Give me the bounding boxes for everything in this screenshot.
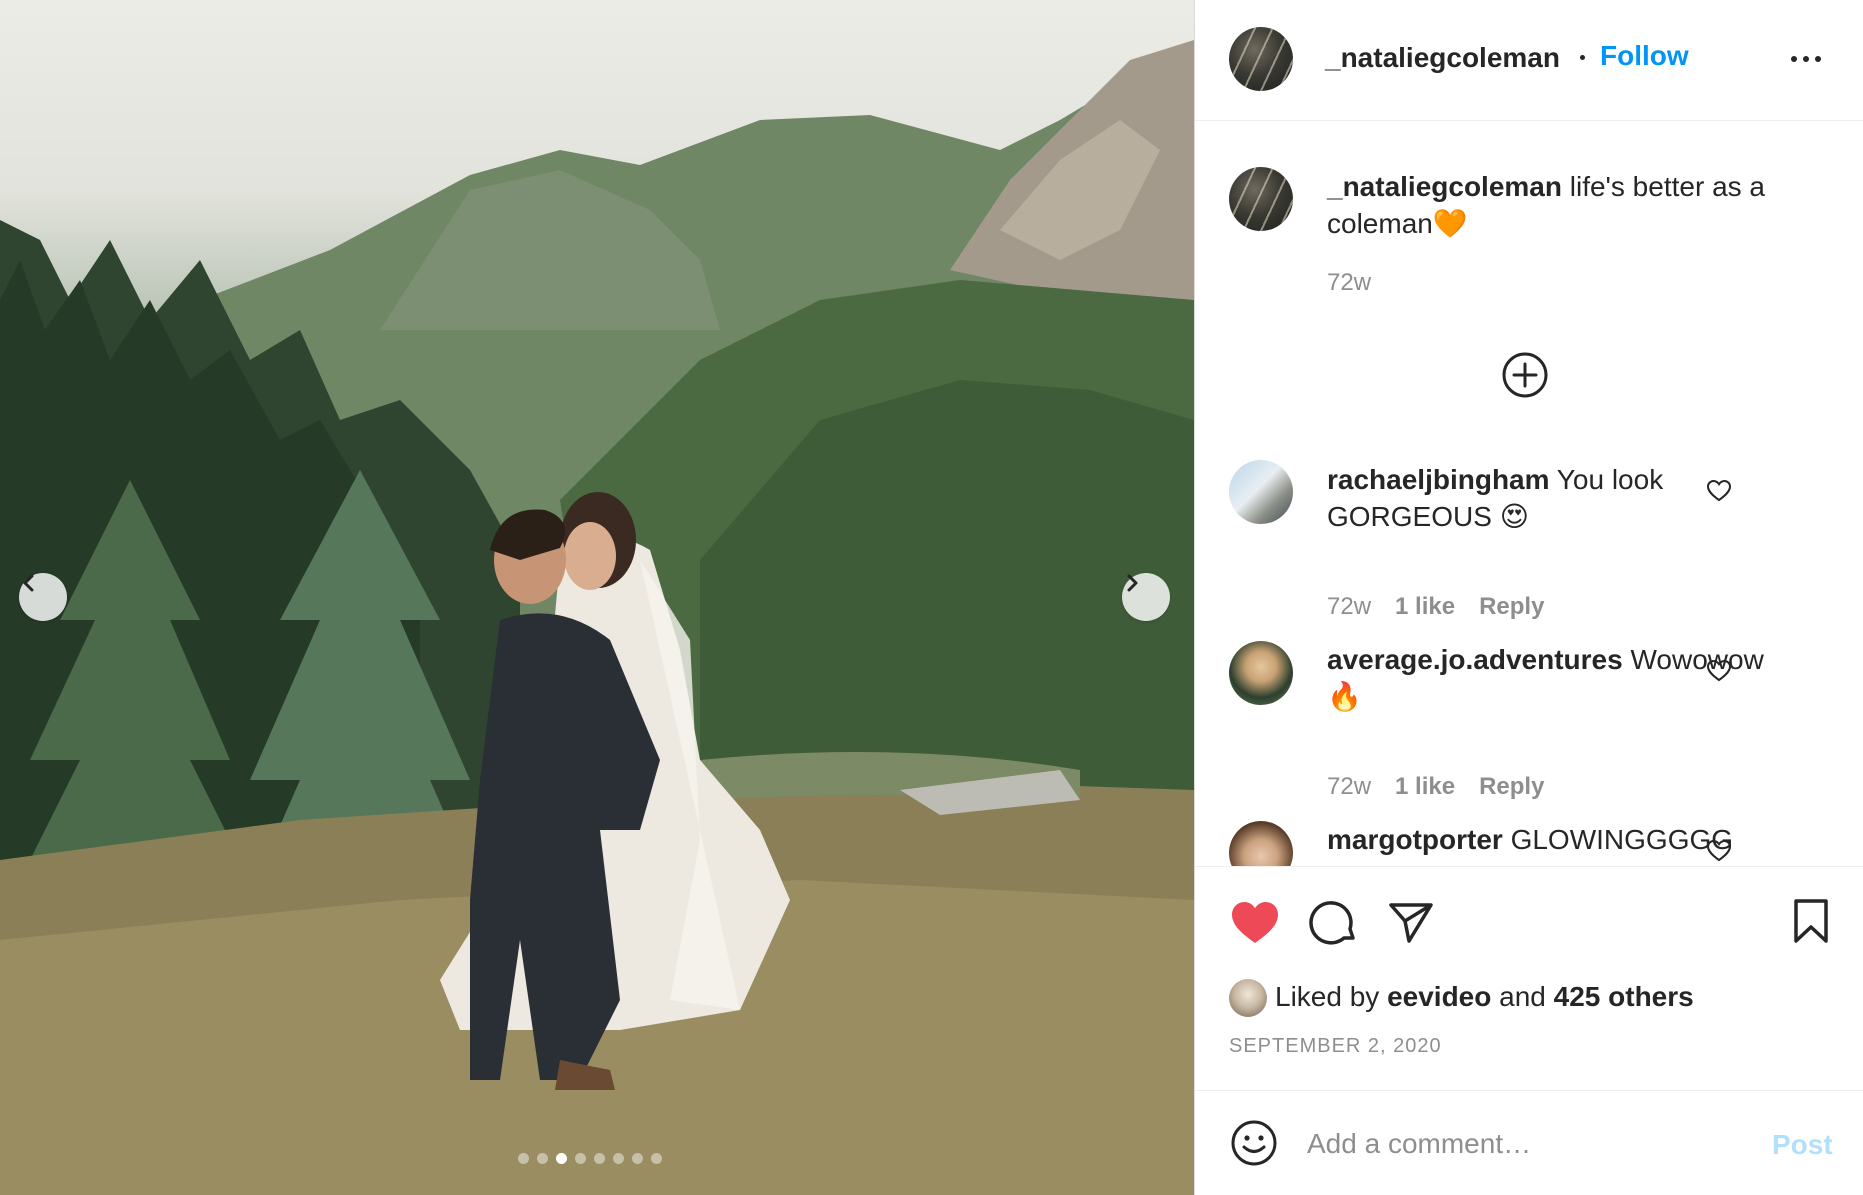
author-avatar[interactable] xyxy=(1229,27,1293,91)
comment-likes[interactable]: 1 like xyxy=(1395,773,1455,801)
comment-icon[interactable] xyxy=(1309,897,1359,947)
comment-username[interactable]: average.jo.adventures xyxy=(1327,644,1623,675)
carousel-dot xyxy=(613,1153,624,1164)
separator-dot xyxy=(1580,55,1585,60)
liked-by-text: Liked by eevideo and 425 others xyxy=(1275,981,1694,1012)
like-comment-heart-icon[interactable] xyxy=(1706,479,1732,503)
carousel-dot-active xyxy=(556,1153,567,1164)
reply-button[interactable]: Reply xyxy=(1479,773,1544,801)
carousel-dot xyxy=(651,1153,662,1164)
comment-meta: 72w 1 like Reply xyxy=(1327,593,1544,621)
post-sidebar: _nataliegcoleman Follow _nataliegcoleman… xyxy=(1194,0,1863,1195)
caption-meta: 72w xyxy=(1327,269,1371,297)
reply-button[interactable]: Reply xyxy=(1479,593,1544,621)
caption-time[interactable]: 72w xyxy=(1327,269,1371,297)
orange-heart-emoji: 🧡 xyxy=(1432,208,1468,239)
heart-eyes-emoji: 😍 xyxy=(1499,501,1529,532)
follow-button[interactable]: Follow xyxy=(1600,40,1689,72)
comment-meta: 72w 1 like Reply xyxy=(1327,773,1544,801)
like-heart-icon[interactable] xyxy=(1229,899,1281,947)
post-actions: Liked by eevideo and 425 others SEPTEMBE… xyxy=(1195,866,1863,1090)
more-options-button[interactable] xyxy=(1791,56,1821,62)
carousel-dot xyxy=(518,1153,529,1164)
previous-photo-button[interactable] xyxy=(19,573,67,621)
carousel-dot xyxy=(632,1153,643,1164)
comment-body: Wowowow xyxy=(1630,644,1764,675)
like-comment-heart-icon[interactable] xyxy=(1706,659,1732,683)
others-count[interactable]: 425 others xyxy=(1554,981,1694,1012)
load-more-comments-button[interactable] xyxy=(1501,351,1549,404)
post-header: _nataliegcoleman Follow xyxy=(1195,0,1863,121)
liker-avatar[interactable] xyxy=(1229,979,1267,1017)
more-horizontal-icon xyxy=(1791,56,1797,62)
comment-username[interactable]: margotporter xyxy=(1327,824,1503,855)
caption-avatar[interactable] xyxy=(1229,167,1293,231)
chevron-left-icon xyxy=(23,574,34,592)
save-bookmark-icon[interactable] xyxy=(1791,897,1831,945)
carousel-indicator xyxy=(518,1153,662,1164)
author-username[interactable]: _nataliegcoleman xyxy=(1325,42,1560,74)
emoji-smiley-icon[interactable] xyxy=(1229,1118,1279,1168)
carousel-dot xyxy=(594,1153,605,1164)
comments-list[interactable]: _nataliegcoleman life's better as a cole… xyxy=(1195,121,1863,866)
chevron-right-icon xyxy=(1127,574,1138,592)
plus-circle-icon xyxy=(1502,352,1548,398)
comment-likes[interactable]: 1 like xyxy=(1395,593,1455,621)
wedding-photo-illustration xyxy=(0,40,1194,1195)
carousel-dot xyxy=(575,1153,586,1164)
comment-username[interactable]: rachaeljbingham xyxy=(1327,464,1550,495)
commenter-avatar[interactable] xyxy=(1229,821,1293,866)
comment-time[interactable]: 72w xyxy=(1327,773,1371,801)
share-paper-plane-icon[interactable] xyxy=(1387,899,1435,945)
comment-input[interactable] xyxy=(1307,1119,1727,1169)
like-comment-heart-icon[interactable] xyxy=(1706,839,1732,863)
comment-body: GLOWINGGGGG xyxy=(1510,824,1734,855)
carousel-dot xyxy=(537,1153,548,1164)
comment-composer: Post xyxy=(1195,1090,1863,1195)
post-date[interactable]: SEPTEMBER 2, 2020 xyxy=(1229,1035,1442,1058)
commenter-avatar[interactable] xyxy=(1229,641,1293,705)
caption-username[interactable]: _nataliegcoleman xyxy=(1327,171,1562,202)
commenter-avatar[interactable] xyxy=(1229,460,1293,524)
comment-time[interactable]: 72w xyxy=(1327,593,1371,621)
post-photo xyxy=(0,0,1194,1195)
liker-username[interactable]: eevideo xyxy=(1387,981,1491,1012)
next-photo-button[interactable] xyxy=(1122,573,1170,621)
caption-text: _nataliegcoleman life's better as a cole… xyxy=(1327,168,1797,242)
post-comment-button[interactable]: Post xyxy=(1772,1129,1833,1161)
fire-emoji: 🔥 xyxy=(1327,681,1362,712)
